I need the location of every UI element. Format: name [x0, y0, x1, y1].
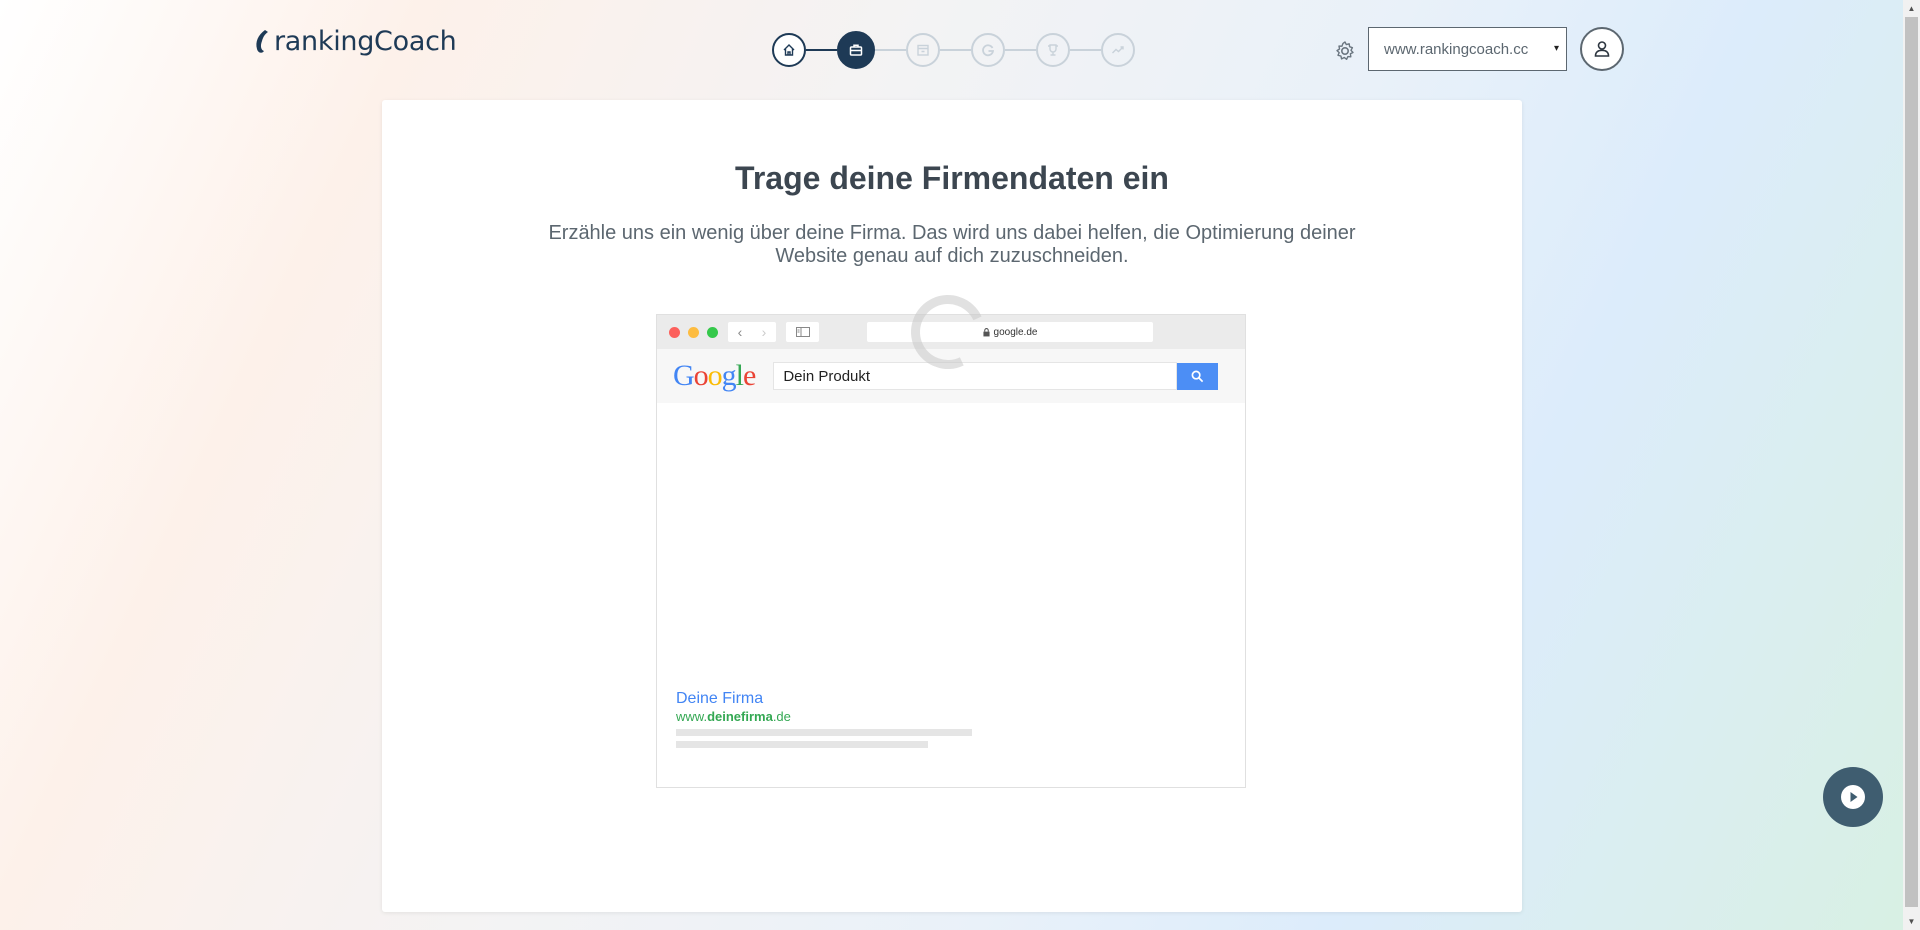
sidebar-toggle-icon — [786, 322, 819, 342]
address-text: google.de — [993, 326, 1038, 338]
result-url: www.deinefirma.de — [676, 709, 791, 724]
browser-nav: ‹ › — [728, 322, 776, 342]
step-business[interactable] — [837, 31, 875, 69]
logo-text: rankingCoach — [274, 26, 457, 57]
scroll-down-icon[interactable]: ▼ — [1903, 913, 1920, 930]
minimize-dot-icon — [688, 326, 699, 338]
page-subtitle: Erzähle uns ein wenig über deine Firma. … — [548, 222, 1356, 267]
logo[interactable]: rankingCoach — [254, 26, 457, 57]
browser-illustration: ‹ › google.de Google Dein Produkt Deine … — [656, 284, 1246, 788]
website-select-value: www.rankingcoach.cc — [1384, 40, 1529, 58]
step-calendar[interactable] — [906, 33, 940, 67]
user-icon — [1594, 41, 1610, 57]
step-google[interactable] — [971, 33, 1005, 67]
result-snippet-line — [676, 729, 972, 736]
window-controls — [669, 326, 718, 338]
maximize-dot-icon — [707, 326, 718, 338]
calendar-icon — [917, 44, 929, 56]
progress-stepper — [772, 31, 1135, 69]
step-connector — [806, 49, 837, 51]
play-icon — [1841, 785, 1865, 809]
gear-icon — [1336, 41, 1354, 60]
logo-mark-icon — [256, 29, 268, 53]
account-button[interactable] — [1580, 27, 1624, 71]
back-arrow-icon: ‹ — [737, 324, 743, 340]
mock-search-button — [1177, 362, 1219, 390]
trend-icon — [1112, 46, 1124, 54]
step-connector — [940, 49, 971, 51]
result-title: Deine Firma — [676, 690, 764, 707]
briefcase-icon — [849, 44, 863, 56]
onboarding-card: Trage deine Firmendaten ein Erzähle uns … — [382, 100, 1522, 912]
step-growth[interactable] — [1101, 33, 1135, 67]
forward-arrow-icon: › — [761, 324, 767, 340]
step-connector — [1070, 49, 1101, 51]
scroll-thumb[interactable] — [1905, 17, 1918, 907]
scroll-up-icon[interactable]: ▲ — [1903, 0, 1920, 17]
settings-button[interactable] — [1334, 40, 1356, 62]
step-connector — [1005, 49, 1036, 51]
home-icon — [783, 44, 795, 56]
step-home[interactable] — [772, 33, 806, 67]
vertical-scrollbar[interactable]: ▲ ▼ — [1903, 0, 1920, 930]
trophy-icon — [1048, 44, 1058, 56]
search-icon — [1191, 370, 1204, 382]
step-trophy[interactable] — [1036, 33, 1070, 67]
video-tutorial-button[interactable] — [1823, 767, 1883, 827]
mock-search-query: Dein Produkt — [783, 367, 871, 385]
chevron-down-icon: ▾ — [1553, 43, 1559, 54]
search-result: Deine Firma www.deinefirma.de — [676, 690, 972, 748]
page-title: Trage deine Firmendaten ein — [735, 160, 1169, 196]
browser-toolbar: ‹ › google.de — [657, 284, 1245, 380]
close-dot-icon — [669, 326, 680, 338]
result-snippet-line — [676, 741, 928, 748]
google-logo: Google — [673, 359, 756, 392]
website-select[interactable]: www.rankingcoach.cc ▾ — [1368, 27, 1567, 71]
step-connector — [875, 49, 906, 51]
google-icon — [982, 44, 995, 57]
mock-search-box: Dein Produkt — [773, 362, 1178, 390]
